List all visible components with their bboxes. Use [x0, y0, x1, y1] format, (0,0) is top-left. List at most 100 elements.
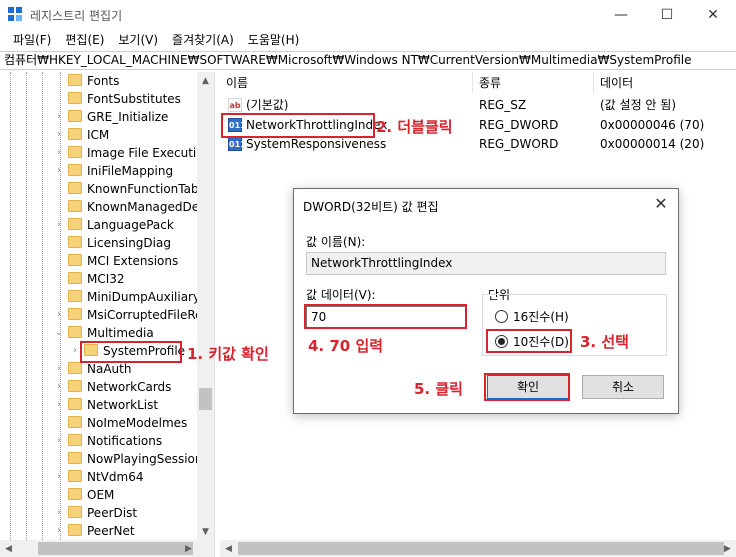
- chevron-right-icon[interactable]: ›: [54, 507, 64, 519]
- tree-item-msicorruptedfilerec[interactable]: › MsiCorruptedFileRec: [0, 306, 209, 324]
- chevron-icon[interactable]: [54, 273, 64, 285]
- folder-icon: [68, 218, 82, 230]
- tree-item-ntvdm64[interactable]: › NtVdm64: [0, 468, 200, 486]
- chevron-right-icon[interactable]: ›: [70, 345, 80, 357]
- folder-icon: [68, 452, 82, 464]
- menu-favorites[interactable]: 즐겨찾기(A): [165, 30, 241, 50]
- tree-item-notifications[interactable]: › Notifications: [0, 432, 200, 450]
- tree-item-noimemodelmes[interactable]: NoImeModelmes: [0, 414, 200, 432]
- folder-icon: [68, 272, 82, 284]
- tree-item-knownfunctiontable[interactable]: KnownFunctionTable: [0, 180, 209, 198]
- string-value-icon: ab: [228, 98, 242, 112]
- column-header-data[interactable]: 데이터: [594, 72, 736, 94]
- close-button[interactable]: ✕: [690, 0, 736, 30]
- scroll-right-icon[interactable]: ▶: [719, 540, 736, 557]
- annotation-step5: 5. 클릭: [414, 380, 463, 398]
- folder-icon: [68, 290, 82, 302]
- tree-item-fonts[interactable]: Fonts: [0, 72, 200, 90]
- value-type: REG_DWORD: [479, 137, 559, 151]
- chevron-right-icon[interactable]: ›: [54, 219, 64, 231]
- chevron-right-icon[interactable]: ›: [54, 111, 64, 123]
- tree-item-peernet[interactable]: › PeerNet: [0, 522, 200, 540]
- menu-edit[interactable]: 편집(E): [58, 30, 111, 50]
- chevron-right-icon[interactable]: ›: [54, 381, 64, 393]
- chevron-icon[interactable]: [54, 201, 64, 213]
- tree-item-minidumpauxiliary[interactable]: MiniDumpAuxiliaryD: [0, 288, 209, 306]
- title-bar: 레지스트리 편집기 — ☐ ✕: [0, 0, 736, 30]
- tree-item-languagepack[interactable]: › LanguagePack: [0, 216, 200, 234]
- chevron-right-icon[interactable]: ›: [54, 147, 64, 159]
- menu-file[interactable]: 파일(F): [6, 30, 58, 50]
- chevron-icon[interactable]: [54, 453, 64, 465]
- tree-vertical-scroll-thumb[interactable]: [199, 388, 212, 410]
- scroll-up-icon[interactable]: ▲: [197, 72, 214, 89]
- chevron-right-icon[interactable]: ›: [54, 525, 64, 537]
- tree-item-inifilemapping[interactable]: › IniFileMapping: [0, 162, 200, 180]
- scroll-right-icon[interactable]: ▶: [180, 540, 197, 557]
- list-horizontal-scroll-thumb[interactable]: [238, 542, 724, 555]
- chevron-icon[interactable]: [54, 93, 64, 105]
- menu-help[interactable]: 도움말(H): [241, 30, 307, 50]
- chevron-right-icon[interactable]: ›: [54, 129, 64, 141]
- tree-item-oem[interactable]: OEM: [0, 486, 200, 504]
- scroll-down-icon[interactable]: ▼: [197, 523, 214, 540]
- chevron-down-icon[interactable]: ⌄: [54, 327, 64, 339]
- minimize-button[interactable]: —: [598, 0, 644, 30]
- tree-item-licensingdiag[interactable]: LicensingDiag: [0, 234, 200, 252]
- tree-item-gre-initialize[interactable]: › GRE_Initialize: [0, 108, 200, 126]
- tree-item-icm[interactable]: › ICM: [0, 126, 200, 144]
- tree-item-mci-extensions[interactable]: MCI Extensions: [0, 252, 200, 270]
- list-horizontal-scrollbar[interactable]: ◀ ▶: [220, 540, 736, 557]
- hex-radio[interactable]: [495, 310, 508, 323]
- chevron-icon[interactable]: [54, 417, 64, 429]
- scroll-left-icon[interactable]: ◀: [220, 540, 237, 557]
- chevron-icon[interactable]: [54, 291, 64, 303]
- folder-icon: [68, 74, 82, 86]
- maximize-button[interactable]: ☐: [644, 0, 690, 30]
- tree-item-networklist[interactable]: › NetworkList: [0, 396, 200, 414]
- annotation-step3: 3. 선택: [580, 333, 629, 351]
- chevron-icon[interactable]: [54, 489, 64, 501]
- hex-radio-label[interactable]: 16진수(H): [513, 308, 569, 325]
- tree-item-mci32[interactable]: MCI32: [0, 270, 200, 288]
- dialog-close-icon[interactable]: ✕: [650, 193, 672, 215]
- tree-vertical-scrollbar[interactable]: ▲ ▼: [197, 72, 214, 540]
- chevron-right-icon[interactable]: ›: [54, 309, 64, 321]
- value-name-field: NetworkThrottlingIndex: [306, 252, 666, 275]
- chevron-icon[interactable]: [54, 255, 64, 267]
- tree-item-knownmanageddeb[interactable]: KnownManagedDeb: [0, 198, 207, 216]
- chevron-right-icon[interactable]: ›: [54, 435, 64, 447]
- tree-horizontal-scroll-thumb[interactable]: [38, 542, 193, 555]
- chevron-right-icon[interactable]: ›: [54, 165, 64, 177]
- chevron-right-icon[interactable]: ›: [54, 471, 64, 483]
- address-bar[interactable]: 컴퓨터₩HKEY_LOCAL_MACHINE₩SOFTWARE₩Microsof…: [0, 51, 736, 70]
- folder-icon: [68, 470, 82, 482]
- chevron-icon[interactable]: [54, 75, 64, 87]
- scroll-left-icon[interactable]: ◀: [0, 540, 17, 557]
- tree-horizontal-scrollbar[interactable]: ◀ ▶: [0, 540, 214, 557]
- column-header-type[interactable]: 종류: [473, 72, 594, 94]
- tree-item-fontsubstitutes[interactable]: FontSubstitutes: [0, 90, 200, 108]
- menu-bar: 파일(F) 편집(E) 보기(V) 즐겨찾기(A) 도움말(H): [0, 30, 736, 50]
- chevron-right-icon[interactable]: ›: [54, 399, 64, 411]
- column-header-name[interactable]: 이름: [220, 72, 473, 94]
- highlight-decimal-radio: [486, 329, 572, 353]
- value-type: REG_DWORD: [479, 118, 559, 132]
- folder-icon: [68, 236, 82, 248]
- cancel-button[interactable]: 취소: [582, 375, 664, 399]
- tree-item-networkcards[interactable]: › NetworkCards: [0, 378, 200, 396]
- tree-item-nowplayingsession[interactable]: NowPlayingSessionM: [0, 450, 213, 468]
- tree-item-multimedia[interactable]: ⌄ Multimedia: [0, 324, 200, 342]
- chevron-right-icon[interactable]: ›: [54, 363, 64, 375]
- chevron-icon[interactable]: [54, 183, 64, 195]
- menu-view[interactable]: 보기(V): [111, 30, 165, 50]
- chevron-icon[interactable]: [54, 237, 64, 249]
- value-data: 0x00000046 (70): [600, 118, 705, 132]
- folder-icon: [68, 146, 82, 158]
- folder-icon: [68, 308, 82, 320]
- tree-item-peerdist[interactable]: › PeerDist: [0, 504, 200, 522]
- folder-icon: [68, 128, 82, 140]
- tree-item-image-file-execution[interactable]: › Image File Execution: [0, 144, 211, 162]
- folder-icon: [68, 506, 82, 518]
- folder-open-icon: [68, 326, 82, 338]
